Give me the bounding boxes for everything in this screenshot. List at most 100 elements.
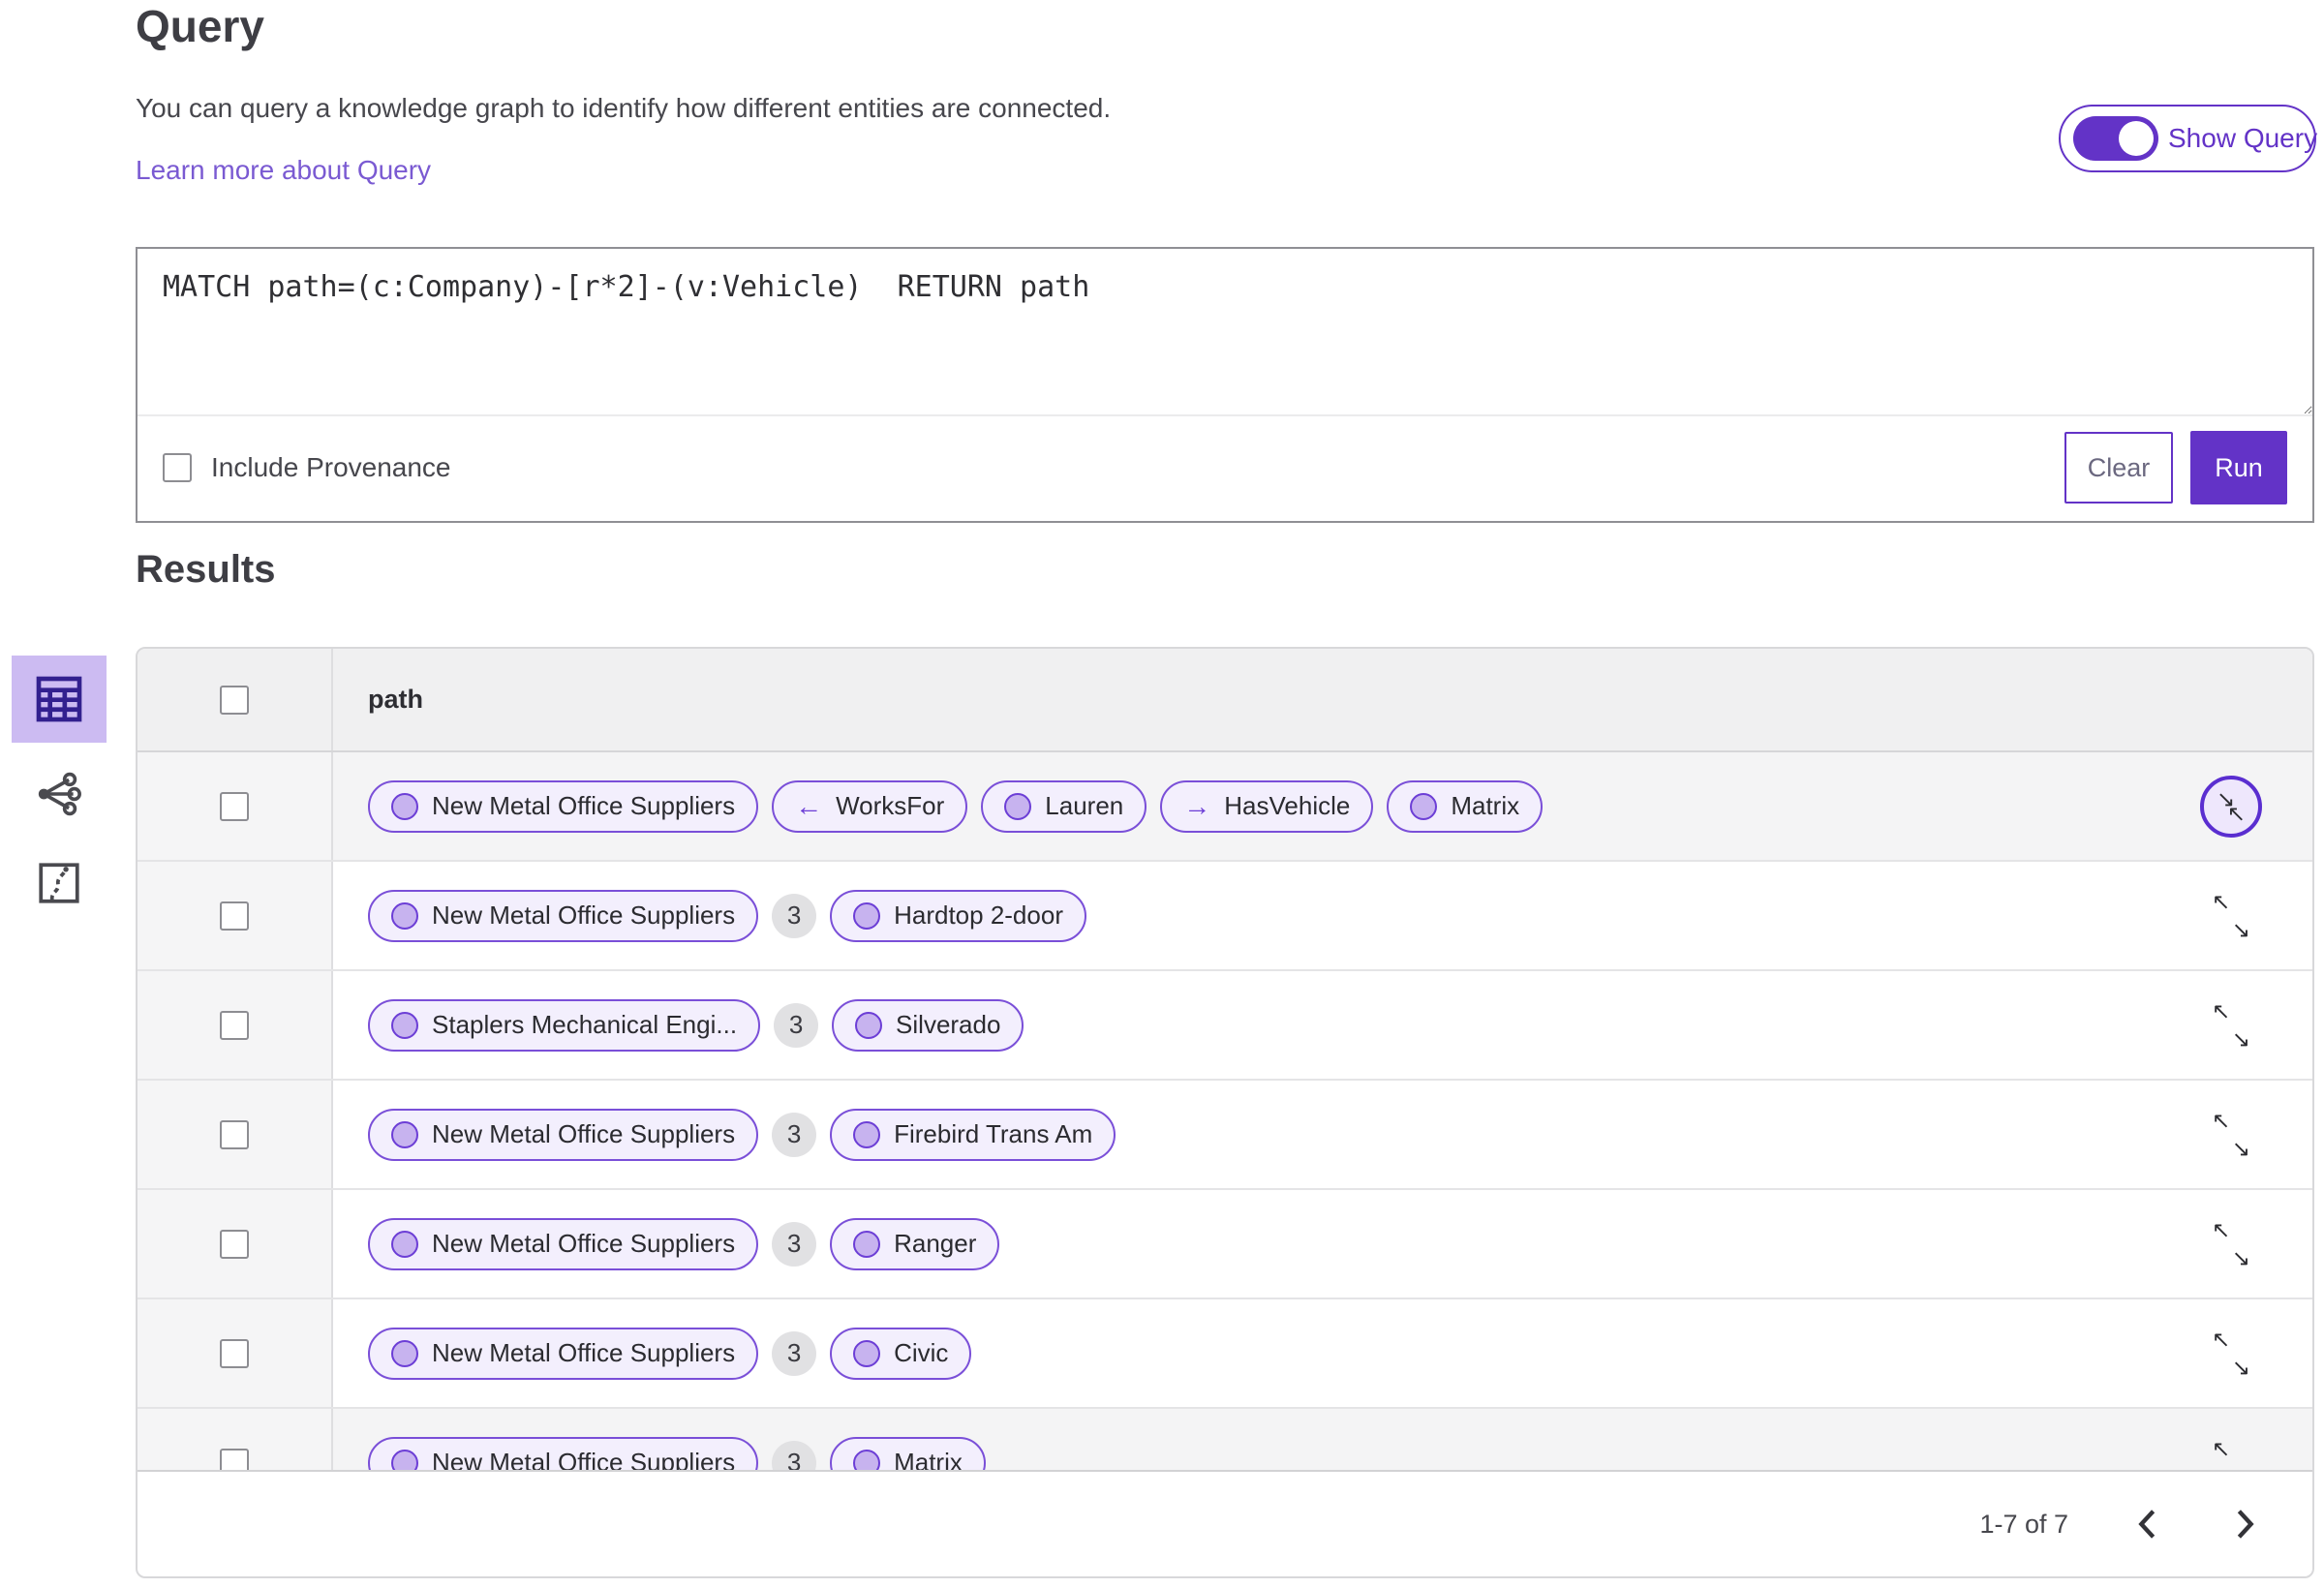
query-editor: MATCH path=(c:Company)-[r*2]-(v:Vehicle)…	[136, 247, 2314, 523]
table-row: Staplers Mechanical Engi... 3 Silverado ↖ ↘	[138, 971, 2312, 1081]
expand-path-button[interactable]: ↖↘	[2200, 885, 2262, 947]
node-pill[interactable]: Civic	[830, 1327, 972, 1380]
arrow-northwest-icon: ↖	[2226, 800, 2246, 826]
node-label: New Metal Office Suppliers	[432, 1338, 736, 1367]
arrow-southeast-icon: ↘	[2231, 1135, 2250, 1161]
node-pill[interactable]: New Metal Office Suppliers	[368, 1108, 759, 1161]
row-checkbox[interactable]	[220, 791, 249, 821]
toggle-switch-icon	[2073, 116, 2158, 161]
collapsed-hops-badge[interactable]: 3	[772, 893, 817, 938]
table-row: New Metal Office Suppliers 3 Hardtop 2-doo…	[138, 862, 2312, 971]
node-pill[interactable]: Silverado	[832, 998, 1024, 1052]
include-provenance-label: Include Provenance	[211, 452, 451, 482]
arrow-right-icon: →	[1183, 790, 1211, 821]
row-checkbox-cell	[138, 1190, 333, 1298]
row-checkbox[interactable]	[220, 1010, 249, 1040]
run-button[interactable]: Run	[2190, 431, 2287, 504]
node-label: Civic	[894, 1338, 949, 1367]
node-circle-icon	[853, 1339, 881, 1367]
collapse-path-button[interactable]: ↘ ↖	[2200, 775, 2262, 838]
table-view-button[interactable]	[12, 656, 107, 743]
edge-pill[interactable]: → HasVehicle	[1160, 779, 1374, 833]
row-checkbox-cell	[138, 862, 333, 969]
row-checkbox-cell	[138, 1299, 333, 1407]
table-row: New Metal Office Suppliers 3 Civic ↖ ↘	[138, 1299, 2312, 1409]
node-pill[interactable]: Matrix	[1387, 779, 1544, 833]
node-circle-icon	[391, 901, 418, 930]
node-pill[interactable]: Firebird Trans Am	[830, 1108, 1116, 1161]
table-row: New Metal Office Suppliers 3 Firebird Tran…	[138, 1081, 2312, 1190]
node-label: Silverado	[896, 1010, 1001, 1039]
table-icon	[36, 676, 82, 722]
node-pill[interactable]: Ranger	[830, 1217, 1000, 1270]
collapsed-hops-badge[interactable]: 3	[772, 1221, 817, 1267]
expand-path-button[interactable]: ↖↘	[2200, 994, 2262, 1056]
arrow-left-icon: ←	[795, 790, 823, 821]
node-pill[interactable]: Staplers Mechanical Engi...	[368, 998, 761, 1052]
view-switcher	[12, 656, 107, 921]
edge-pill[interactable]: ← WorksFor	[772, 779, 968, 833]
show-query-toggle[interactable]: Show Query	[2059, 105, 2318, 172]
query-input[interactable]: MATCH path=(c:Company)-[r*2]-(v:Vehicle)…	[138, 249, 2312, 416]
prev-page-button[interactable]	[2126, 1504, 2167, 1544]
row-checkbox[interactable]	[220, 901, 249, 931]
node-label: New Metal Office Suppliers	[432, 791, 736, 820]
row-checkbox[interactable]	[220, 1229, 249, 1259]
row-path-cell: New Metal Office Suppliers 3 Civic ↖ ↘	[333, 1299, 2312, 1407]
header-path-cell: path	[333, 649, 2312, 750]
path-column-header: path	[368, 685, 423, 714]
collapsed-hops-badge[interactable]: 3	[772, 1330, 817, 1376]
row-path-cell: Staplers Mechanical Engi... 3 Silverado ↖ ↘	[333, 971, 2312, 1079]
expand-path-button[interactable]: ↖↘	[2200, 1213, 2262, 1275]
header-checkbox-cell	[138, 649, 333, 750]
node-circle-icon	[391, 1339, 418, 1367]
clear-button[interactable]: Clear	[2064, 432, 2173, 504]
next-page-button[interactable]	[2225, 1504, 2266, 1544]
collapsed-hops-badge[interactable]: 3	[772, 1112, 817, 1157]
node-circle-icon	[1004, 792, 1032, 820]
expand-path-button[interactable]: ↖↘	[2200, 1323, 2262, 1385]
results-table: path New Metal Office Suppliers ← WorksFor…	[136, 647, 2314, 1578]
node-circle-icon	[853, 1230, 881, 1258]
map-view-button[interactable]	[12, 845, 107, 921]
node-pill[interactable]: Lauren	[981, 779, 1147, 833]
node-circle-icon	[853, 1120, 881, 1148]
node-circle-icon	[391, 1120, 418, 1148]
results-title: Results	[136, 548, 276, 591]
table-row: New Metal Office Suppliers ← WorksFor Laure…	[138, 752, 2312, 862]
arrow-southeast-icon: ↘	[2231, 1244, 2250, 1270]
pagination-bar: 1-7 of 7	[138, 1470, 2312, 1576]
node-pill[interactable]: New Metal Office Suppliers	[368, 1217, 759, 1270]
show-query-label: Show Query	[2168, 123, 2318, 153]
node-circle-icon	[853, 901, 881, 930]
learn-more-link[interactable]: Learn more about Query	[136, 155, 431, 186]
node-pill[interactable]: New Metal Office Suppliers	[368, 1327, 759, 1380]
select-all-checkbox[interactable]	[220, 685, 249, 715]
expand-path-button[interactable]: ↖↘	[2200, 1104, 2262, 1166]
page-description: You can query a knowledge graph to ident…	[136, 93, 1112, 123]
row-checkbox[interactable]	[220, 1119, 249, 1149]
row-checkbox[interactable]	[220, 1338, 249, 1368]
row-checkbox-cell	[138, 1081, 333, 1188]
query-editor-footer: Include Provenance Clear Run	[138, 416, 2312, 519]
node-circle-icon	[1410, 792, 1438, 820]
graph-view-button[interactable]	[12, 756, 107, 832]
row-checkbox-cell	[138, 752, 333, 860]
node-label: Lauren	[1045, 791, 1124, 820]
node-pill[interactable]: Hardtop 2-door	[830, 889, 1086, 942]
node-circle-icon	[391, 1230, 418, 1258]
chevron-left-icon	[2138, 1510, 2156, 1539]
network-graph-icon	[38, 772, 81, 816]
edge-label: WorksFor	[836, 791, 945, 820]
node-pill[interactable]: New Metal Office Suppliers	[368, 889, 759, 942]
collapsed-hops-badge[interactable]: 3	[774, 1002, 819, 1048]
include-provenance-checkbox[interactable]	[163, 453, 192, 482]
node-label: Ranger	[894, 1229, 977, 1258]
table-header-row: path	[138, 649, 2312, 752]
arrow-southeast-icon: ↘	[2231, 1025, 2250, 1052]
results-rows: New Metal Office Suppliers ← WorksFor Laure…	[138, 752, 2312, 1518]
node-circle-icon	[391, 1011, 418, 1039]
row-path-cell: New Metal Office Suppliers 3 Hardtop 2-doo…	[333, 862, 2312, 969]
arrow-northwest-icon: ↖	[2212, 1216, 2231, 1242]
node-pill[interactable]: New Metal Office Suppliers	[368, 779, 759, 833]
